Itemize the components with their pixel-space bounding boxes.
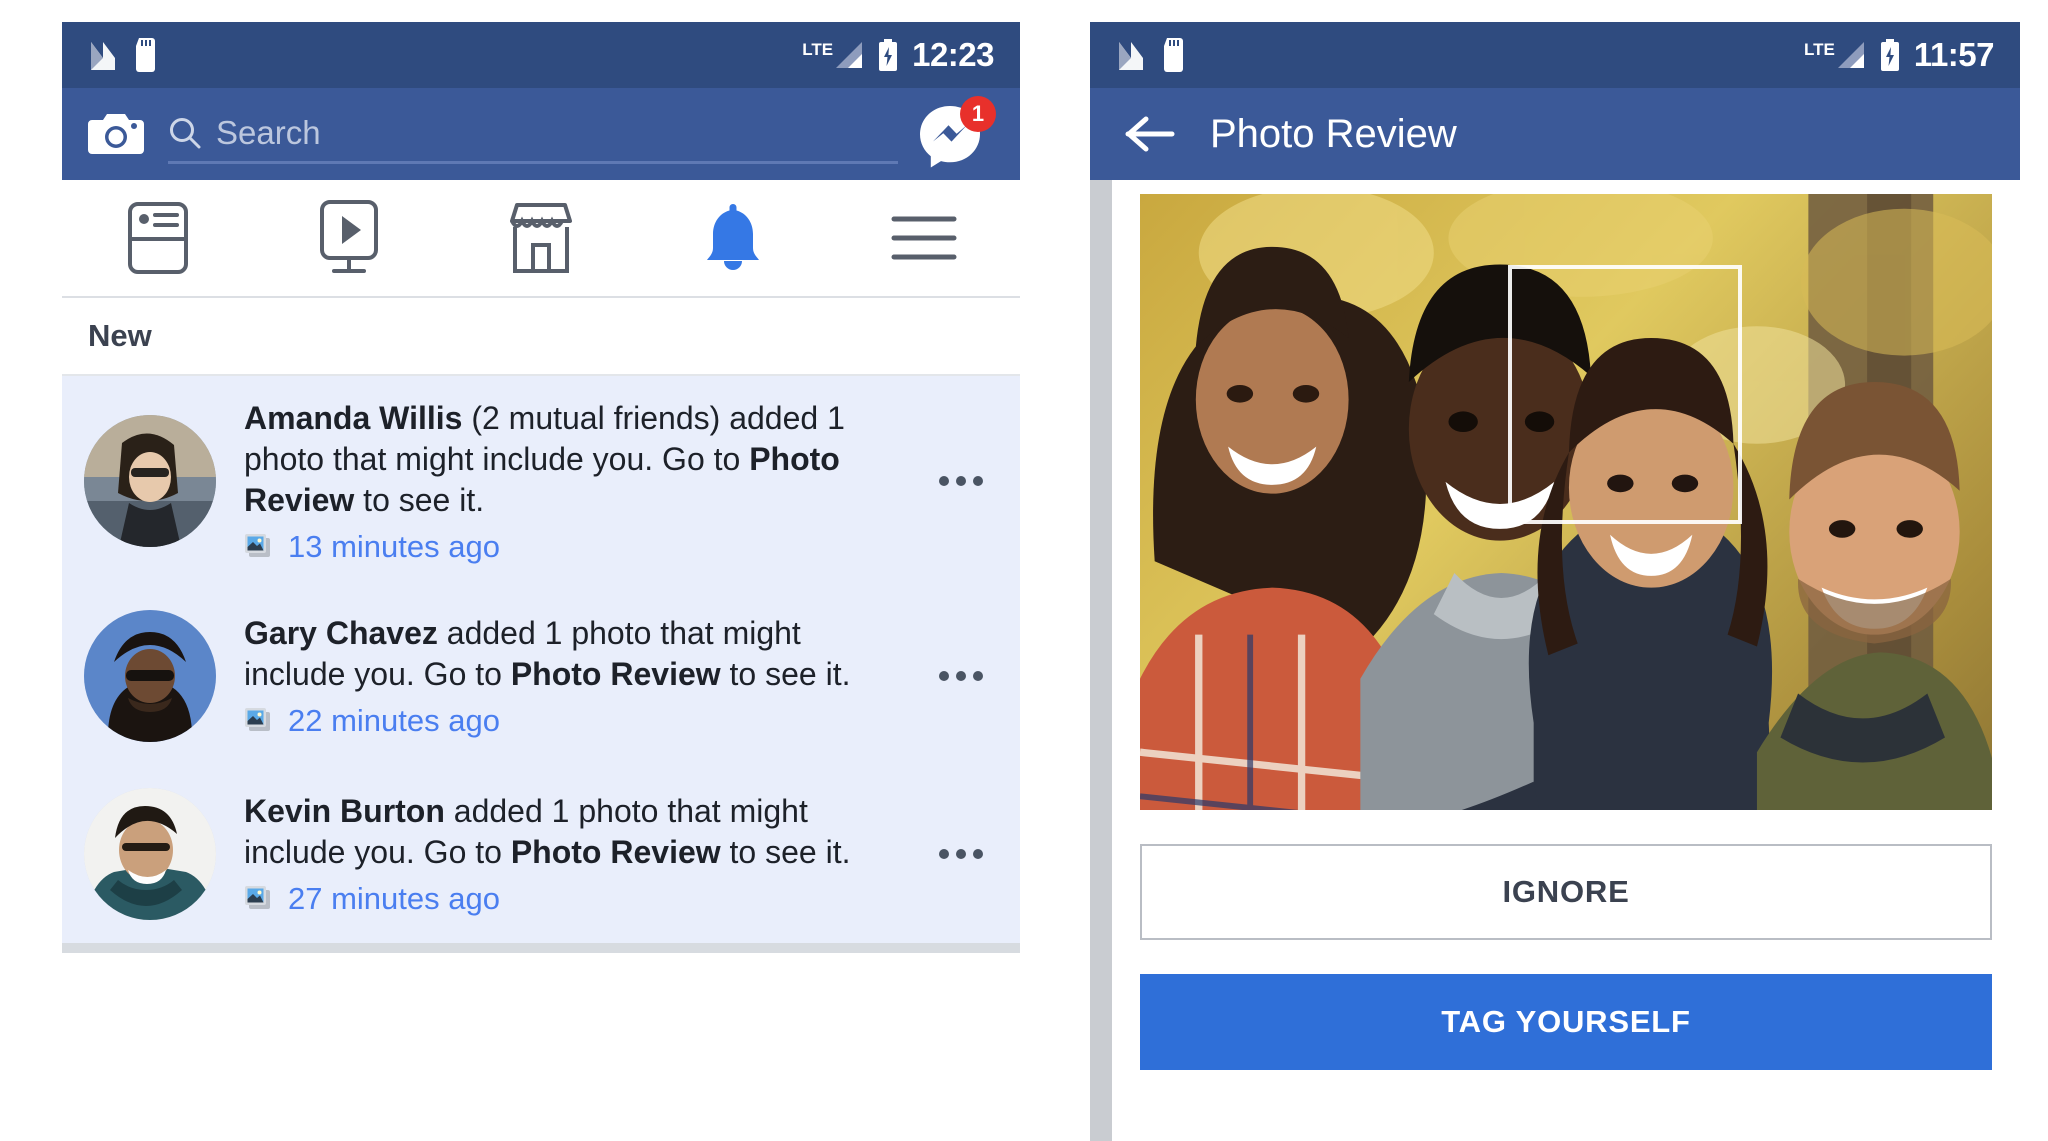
search-icon	[170, 117, 201, 148]
nougat-n-icon	[91, 42, 115, 70]
sd-card-icon	[1164, 38, 1183, 72]
battery-charging-icon	[1880, 39, 1899, 71]
more-options-icon[interactable]	[928, 670, 994, 681]
facebook-app-bar: 1	[62, 88, 1020, 180]
bell-icon	[706, 204, 759, 270]
network-type-label: LTE	[802, 40, 834, 59]
battery-charging-icon	[879, 39, 898, 71]
ignore-button[interactable]: IGNORE	[1140, 844, 1992, 940]
avatar-kevin-photo	[84, 787, 216, 920]
notification-link: Photo Review	[510, 833, 721, 870]
status-clock: 12:23	[912, 36, 994, 73]
hamburger-menu-icon	[891, 216, 957, 260]
notification-timestamp: 27 minutes ago	[288, 880, 500, 916]
lte-signal-icon: LTE	[802, 40, 864, 70]
notification-actor-name: Amanda Willis	[244, 400, 463, 436]
notification-meta: 13 minutes ago	[244, 529, 910, 565]
video-watch-icon	[320, 200, 379, 273]
tag-yourself-button[interactable]: TAG YOURSELF	[1140, 974, 1992, 1070]
sd-card-icon	[136, 38, 155, 72]
notification-body-after: to see it.	[720, 833, 851, 870]
status-bar-left: LTE 12:23	[62, 22, 1020, 88]
back-arrow-icon[interactable]	[1124, 114, 1176, 154]
notification-meta: 27 minutes ago	[244, 881, 910, 917]
more-options-icon[interactable]	[928, 476, 994, 487]
notification-row[interactable]: Gary Chavez added 1 photo that might inc…	[62, 586, 1020, 765]
notification-link: Photo Review	[510, 655, 721, 692]
avatar[interactable]	[84, 609, 216, 742]
notification-list: Amanda Willis (2 mutual friends) added 1…	[62, 376, 1020, 953]
notification-text: Gary Chavez added 1 photo that might inc…	[244, 613, 910, 695]
notification-meta: 22 minutes ago	[244, 703, 910, 739]
notification-actor-name: Gary Chavez	[244, 614, 438, 651]
left-phone-screen: LTE 12:23 Search 1 New Amanda Willis (2 …	[62, 22, 1020, 1141]
status-clock: 11:57	[1913, 36, 1995, 73]
news-feed-icon	[127, 202, 188, 274]
photo-review-actions: IGNORE TAG YOURSELF	[1140, 810, 1992, 1070]
status-bar-right-icons: LTE 11:57	[1804, 36, 1994, 74]
messenger-button[interactable]: 1	[918, 96, 996, 172]
notification-body-after: to see it.	[720, 655, 851, 692]
tab-menu[interactable]	[828, 180, 1020, 296]
notification-timestamp: 22 minutes ago	[288, 702, 500, 738]
avatar[interactable]	[84, 415, 216, 548]
page-title: Photo Review	[1210, 111, 1457, 156]
status-bar-right-icons: LTE 12:23	[802, 36, 994, 74]
more-options-icon[interactable]	[928, 848, 994, 859]
section-header-new: New	[62, 298, 1020, 376]
notification-content: Kevin Burton added 1 photo that might in…	[216, 791, 928, 917]
avatar-amanda-photo	[84, 415, 216, 548]
notification-body-after: to see it.	[354, 481, 485, 518]
tab-watch[interactable]	[254, 180, 446, 296]
notification-content: Amanda Willis (2 mutual friends) added 1…	[216, 398, 928, 565]
face-tag-selection-box[interactable]	[1508, 264, 1743, 524]
review-photo[interactable]	[1140, 194, 1992, 810]
list-divider	[62, 942, 1020, 953]
photo-stack-icon	[245, 707, 270, 731]
status-bar-left-icons	[88, 38, 158, 72]
messenger-unread-badge: 1	[960, 96, 996, 132]
search-input[interactable]	[216, 113, 898, 152]
network-type-label: LTE	[1804, 40, 1835, 59]
photo-review-app-bar: Photo Review	[1090, 88, 2020, 180]
section-title: New	[88, 318, 152, 353]
photo-stack-icon	[245, 533, 270, 557]
notification-row[interactable]: Kevin Burton added 1 photo that might in…	[62, 764, 1020, 943]
photo-stack-icon	[245, 885, 270, 909]
notification-timestamp: 13 minutes ago	[288, 528, 500, 564]
camera-icon[interactable]	[88, 110, 144, 158]
avatar-gary-photo	[84, 609, 216, 742]
avatar[interactable]	[84, 787, 216, 920]
main-tab-bar	[62, 180, 1020, 298]
lte-signal-icon: LTE	[1804, 40, 1866, 70]
status-bar-right: LTE 11:57	[1090, 22, 2020, 88]
nougat-n-icon	[1119, 42, 1143, 70]
notification-mutual: (2 mutual friends)	[462, 400, 721, 436]
status-bar-left-icons	[1116, 38, 1186, 72]
notification-content: Gary Chavez added 1 photo that might inc…	[216, 613, 928, 739]
photo-review-content: IGNORE TAG YOURSELF	[1090, 180, 2020, 1141]
notification-actor-name: Kevin Burton	[244, 792, 445, 829]
photo-review-card: IGNORE TAG YOURSELF	[1112, 180, 2020, 1141]
marketplace-store-icon	[509, 203, 572, 273]
right-phone-screen: LTE 11:57 Photo Review IGNORE TAG YOURSE…	[1090, 22, 2020, 1141]
search-bar[interactable]	[168, 104, 898, 164]
notification-text: Kevin Burton added 1 photo that might in…	[244, 791, 910, 873]
notification-text: Amanda Willis (2 mutual friends) added 1…	[244, 398, 910, 521]
tab-marketplace[interactable]	[445, 180, 637, 296]
screenshot-canvas: LTE 12:23 Search 1 New Amanda Willis (2 …	[0, 0, 2048, 1141]
tab-news-feed[interactable]	[62, 180, 254, 296]
notification-row[interactable]: Amanda Willis (2 mutual friends) added 1…	[62, 376, 1020, 587]
tab-notifications[interactable]	[637, 180, 829, 296]
